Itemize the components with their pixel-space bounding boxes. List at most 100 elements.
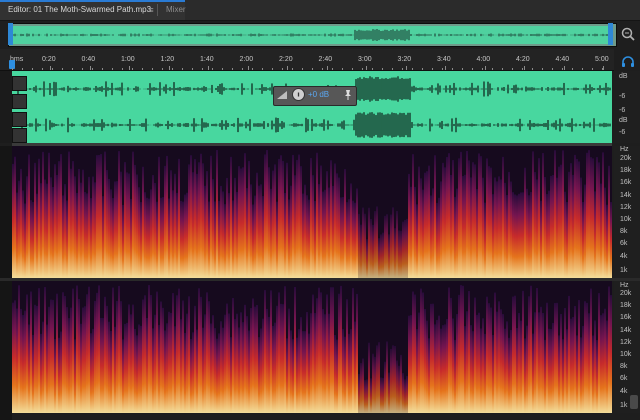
frequency-label: 12k [620,203,632,211]
spectral-display-left[interactable] [12,146,612,278]
ruler-minor-tick [352,68,353,70]
ruler-minor-tick [402,68,403,70]
ruler-major-tick [129,66,130,70]
ruler-minor-tick [462,68,463,70]
waveform-channel-strip [0,71,12,143]
ruler-minor-tick [572,68,573,70]
ruler-minor-tick [342,68,343,70]
frequency-label: 16k [620,314,632,322]
ruler-time-label: 1:00 [121,56,135,63]
ruler-time-label: 2:40 [318,56,333,63]
ruler-minor-tick [322,68,323,70]
ruler-time-label: 4:00 [476,56,491,63]
ruler-time-label: 3:40 [437,56,451,63]
ruler-time-label: 4:40 [555,56,570,63]
channel-l-enable-button[interactable] [12,76,27,91]
tab-mixer[interactable]: Mixer [158,0,208,20]
pin-icon[interactable] [343,89,353,101]
ruler-minor-tick [152,68,153,70]
ruler-minor-tick [362,68,363,70]
frequency-label: 14k [620,191,632,199]
ruler-minor-tick [542,68,543,70]
ruler-minor-tick [422,68,423,70]
ruler-minor-tick [602,68,603,70]
ruler-time-label: 5:00 [595,56,609,63]
ruler-time-label: 2:20 [279,56,293,63]
frequency-label: 18k [620,167,632,175]
ruler-minor-tick [442,68,443,70]
ruler-minor-tick [212,68,213,70]
spectral-display-right[interactable] [12,281,612,413]
ruler-minor-tick [482,68,483,70]
ruler-time-label: 1:40 [200,56,214,63]
frequency-label: 10k [620,216,632,223]
hz-unit-label: Hz [620,282,629,289]
ruler-major-tick [50,66,51,70]
tab-menu-icon[interactable]: ≡ [146,0,156,20]
ruler-minor-tick [82,68,83,70]
overview-left-handle[interactable] [8,23,13,45]
ruler-minor-tick [232,68,233,70]
ruler-time-label: 0:20 [42,56,56,63]
db-label: dB [619,73,628,80]
ruler-minor-tick [42,68,43,70]
ruler-minor-tick [552,68,553,70]
volume-value[interactable]: +0 dB [308,90,329,99]
overview-navigator[interactable] [8,23,617,47]
ruler-minor-tick [532,68,533,70]
ruler-minor-tick [582,68,583,70]
frequency-label: 6k [620,240,628,248]
zoom-icon[interactable] [620,26,636,42]
ruler-minor-tick [392,68,393,70]
db-label: -6 [619,129,626,136]
ruler-minor-tick [492,68,493,70]
frequency-label: 1k [620,402,628,409]
frequency-label: 20k [620,290,632,297]
ruler-minor-tick [472,68,473,70]
ruler-minor-tick [562,68,563,70]
hz-unit-label: Hz [620,146,629,153]
channel-l-toggle-button[interactable] [12,94,27,109]
ruler-minor-tick [182,68,183,70]
ruler-minor-tick [452,68,453,70]
volume-icon [276,88,288,101]
frequency-label: 10k [620,351,632,358]
ruler-major-tick [168,66,170,70]
ruler-minor-tick [132,68,133,70]
ruler-minor-tick [512,68,513,70]
db-scale [614,71,640,143]
ruler-minor-tick [22,68,23,70]
frequency-label: 8k [620,363,628,371]
ruler-time-label: 3:20 [397,56,412,63]
spectrogram-graphic [12,150,612,278]
ruler-minor-tick [192,68,193,70]
ruler-minor-tick [382,68,383,70]
channel-r-toggle-button[interactable] [12,128,27,143]
waveform-graphic [11,76,611,138]
waveform-display[interactable] [11,71,612,143]
ruler-time-label: 0:40 [81,56,96,63]
overview-right-handle[interactable] [608,23,613,45]
ruler-minor-tick [142,68,143,70]
ruler-minor-tick [222,68,223,70]
channel-r-enable-button[interactable] [12,112,27,127]
db-label: dB [619,117,628,124]
frequency-label: 12k [620,338,632,346]
ruler-minor-tick [112,68,113,70]
ruler-minor-tick [502,68,503,70]
ruler-minor-tick [172,68,173,70]
ruler-minor-tick [12,68,13,70]
headphones-icon[interactable] [621,56,635,68]
ruler-minor-tick [522,68,523,70]
frequency-label: 1k [620,267,628,274]
ruler-minor-tick [242,68,243,70]
ruler-major-tick [603,66,604,70]
ruler-major-tick [484,66,486,70]
ruler-minor-tick [432,68,433,70]
frequency-scrollbar[interactable] [630,395,638,409]
volume-knob[interactable] [292,88,305,101]
ruler-minor-tick [252,68,253,70]
frequency-label: 4k [620,252,628,260]
frequency-label: 6k [620,375,628,383]
frequency-label: 8k [620,228,628,236]
